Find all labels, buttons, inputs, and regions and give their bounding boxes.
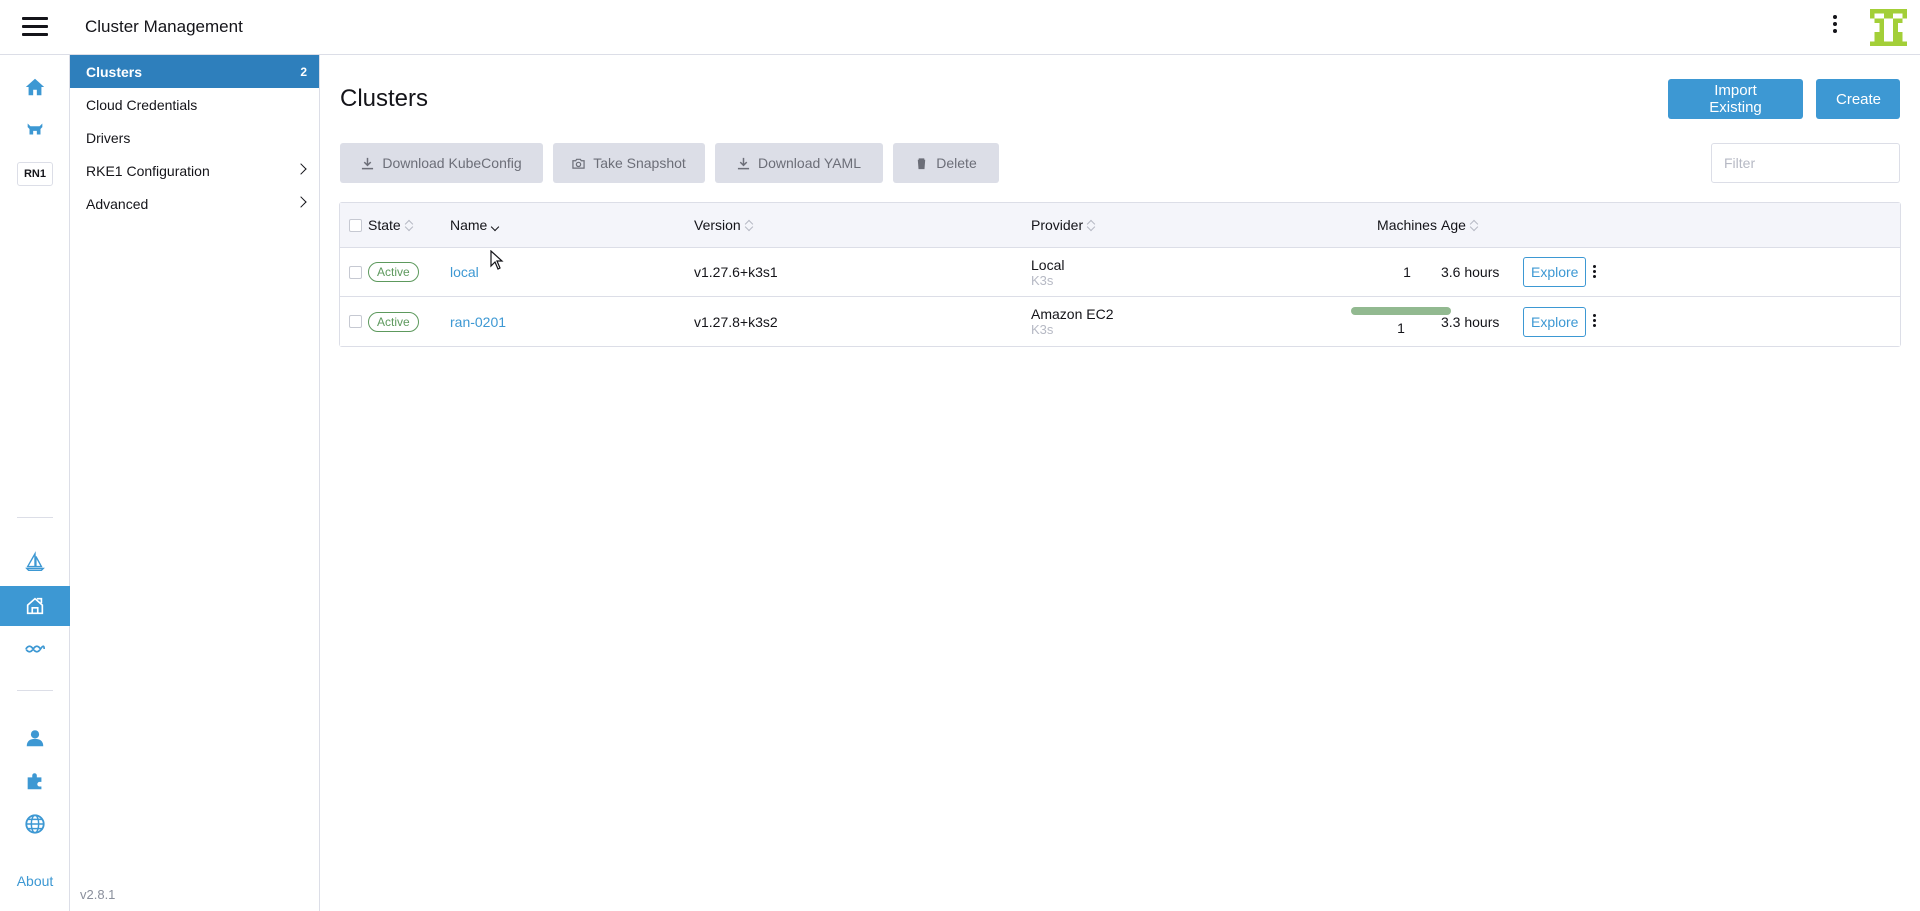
version-label: v2.8.1: [80, 887, 116, 902]
about-link[interactable]: About: [0, 873, 70, 889]
rancher-cluster-icon[interactable]: [0, 109, 70, 149]
provider-cell: Amazon EC2 K3s: [1031, 297, 1113, 346]
filter-input[interactable]: [1711, 143, 1900, 183]
rail-divider: [17, 690, 53, 691]
sidebar-item-label: Clusters: [86, 63, 143, 80]
chevron-right-icon: [295, 196, 307, 208]
column-label: Name: [450, 217, 488, 233]
sidebar-item-cloud-credentials[interactable]: Cloud Credentials: [70, 88, 319, 121]
sort-icon: [745, 219, 753, 231]
table-header: State Name Version Provider Machines Age: [340, 203, 1900, 248]
mouse-cursor-icon: [490, 250, 504, 270]
column-label: Provider: [1031, 217, 1084, 233]
take-snapshot-button[interactable]: Take Snapshot: [553, 143, 705, 183]
sidebar-item-label: RKE1 Configuration: [86, 162, 210, 179]
rail-divider: [17, 517, 53, 518]
column-header-state[interactable]: State: [368, 203, 413, 247]
provider-cell: Local K3s: [1031, 248, 1064, 296]
more-options-icon[interactable]: [1829, 15, 1841, 39]
sidebar-item-advanced[interactable]: Advanced: [70, 187, 319, 220]
app-title: Cluster Management: [85, 17, 243, 36]
row-checkbox[interactable]: [349, 265, 362, 279]
sidebar-item-drivers[interactable]: Drivers: [70, 121, 319, 154]
column-header-provider[interactable]: Provider: [1031, 203, 1095, 247]
import-existing-button[interactable]: Import Existing: [1668, 79, 1803, 119]
provider-name: Amazon EC2: [1031, 306, 1114, 322]
fleet-icon[interactable]: [0, 542, 70, 582]
download-kubeconfig-button[interactable]: Download KubeConfig: [340, 143, 543, 183]
machines-progress-bar: [1351, 307, 1451, 315]
column-label: Version: [694, 217, 741, 233]
explore-button[interactable]: Explore: [1523, 257, 1587, 287]
provider-distro: K3s: [1031, 322, 1054, 337]
global-settings-icon[interactable]: [0, 804, 70, 844]
trash-icon: [917, 157, 927, 169]
row-checkbox[interactable]: [349, 315, 362, 328]
delete-button[interactable]: Delete: [893, 143, 999, 183]
continuous-delivery-icon[interactable]: [0, 629, 70, 669]
create-button[interactable]: Create: [1816, 79, 1900, 119]
sort-icon: [1470, 219, 1478, 231]
camera-icon: [572, 158, 585, 169]
cluster-name-link[interactable]: ran-0201: [450, 314, 506, 330]
sidebar-item-label: Advanced: [86, 195, 149, 212]
download-icon: [362, 157, 374, 169]
clusters-table: State Name Version Provider Machines Age…: [339, 202, 1901, 347]
menu-icon[interactable]: [22, 17, 48, 37]
explore-button[interactable]: Explore: [1523, 306, 1587, 337]
product-rail: RN1 About: [0, 55, 70, 911]
side-nav: Clusters 2 Cloud Credentials Drivers RKE…: [70, 55, 320, 911]
clusters-count-badge: 2: [300, 64, 307, 79]
machines-count: 1: [1403, 264, 1411, 280]
button-label: Download YAML: [758, 155, 861, 171]
cluster-rn1-badge[interactable]: RN1: [0, 154, 70, 194]
top-bar: Cluster Management: [0, 0, 1920, 55]
row-actions-icon[interactable]: [1588, 312, 1600, 332]
provider-distro: K3s: [1031, 272, 1054, 288]
column-header-age[interactable]: Age: [1441, 203, 1478, 247]
button-label: Delete: [936, 155, 977, 171]
column-header-name[interactable]: Name: [450, 203, 499, 247]
home-icon[interactable]: [0, 67, 70, 107]
select-all-checkbox[interactable]: [349, 218, 362, 232]
row-actions-icon[interactable]: [1588, 262, 1600, 282]
button-label: Take Snapshot: [593, 155, 686, 171]
column-label: Machines: [1377, 217, 1437, 233]
extensions-icon[interactable]: [0, 761, 70, 801]
user-avatar-icon[interactable]: [1870, 9, 1907, 46]
button-label: Download KubeConfig: [382, 155, 522, 171]
chevron-right-icon: [295, 163, 307, 175]
main-content: Clusters Import Existing Create Download…: [321, 55, 1920, 911]
download-yaml-button[interactable]: Download YAML: [715, 143, 883, 183]
column-label: Age: [1441, 217, 1466, 233]
page-title: Clusters: [340, 85, 429, 112]
age-cell: 3.6 hours: [1441, 264, 1500, 280]
age-cell: 3.3 hours: [1441, 313, 1500, 330]
table-row: Active local v1.27.6+k3s1 Local K3s 1 3.…: [340, 248, 1900, 297]
table-row: Active ran-0201 v1.27.8+k3s2 Amazon EC2 …: [340, 297, 1900, 346]
sidebar-item-label: Drivers: [86, 129, 131, 146]
sort-down-icon: [491, 219, 499, 231]
cluster-name-link[interactable]: local: [450, 264, 479, 280]
sidebar-item-rke1-configuration[interactable]: RKE1 Configuration: [70, 154, 319, 187]
sidebar-item-clusters[interactable]: Clusters 2: [70, 55, 319, 88]
sort-icon: [405, 219, 413, 231]
column-label: State: [368, 217, 401, 233]
download-icon: [737, 157, 750, 169]
machines-count: 1: [1397, 320, 1405, 336]
version-cell: v1.27.6+k3s1: [694, 264, 778, 280]
cluster-management-icon[interactable]: [0, 586, 70, 626]
version-cell: v1.27.8+k3s2: [694, 313, 778, 330]
sidebar-item-label: Cloud Credentials: [86, 96, 198, 113]
status-badge: Active: [368, 311, 419, 332]
users-icon[interactable]: [0, 718, 70, 758]
provider-name: Local: [1031, 256, 1065, 273]
sort-icon: [1087, 219, 1095, 231]
machines-cell: 1: [1351, 297, 1451, 346]
column-header-version[interactable]: Version: [694, 203, 753, 247]
status-badge: Active: [368, 262, 419, 282]
